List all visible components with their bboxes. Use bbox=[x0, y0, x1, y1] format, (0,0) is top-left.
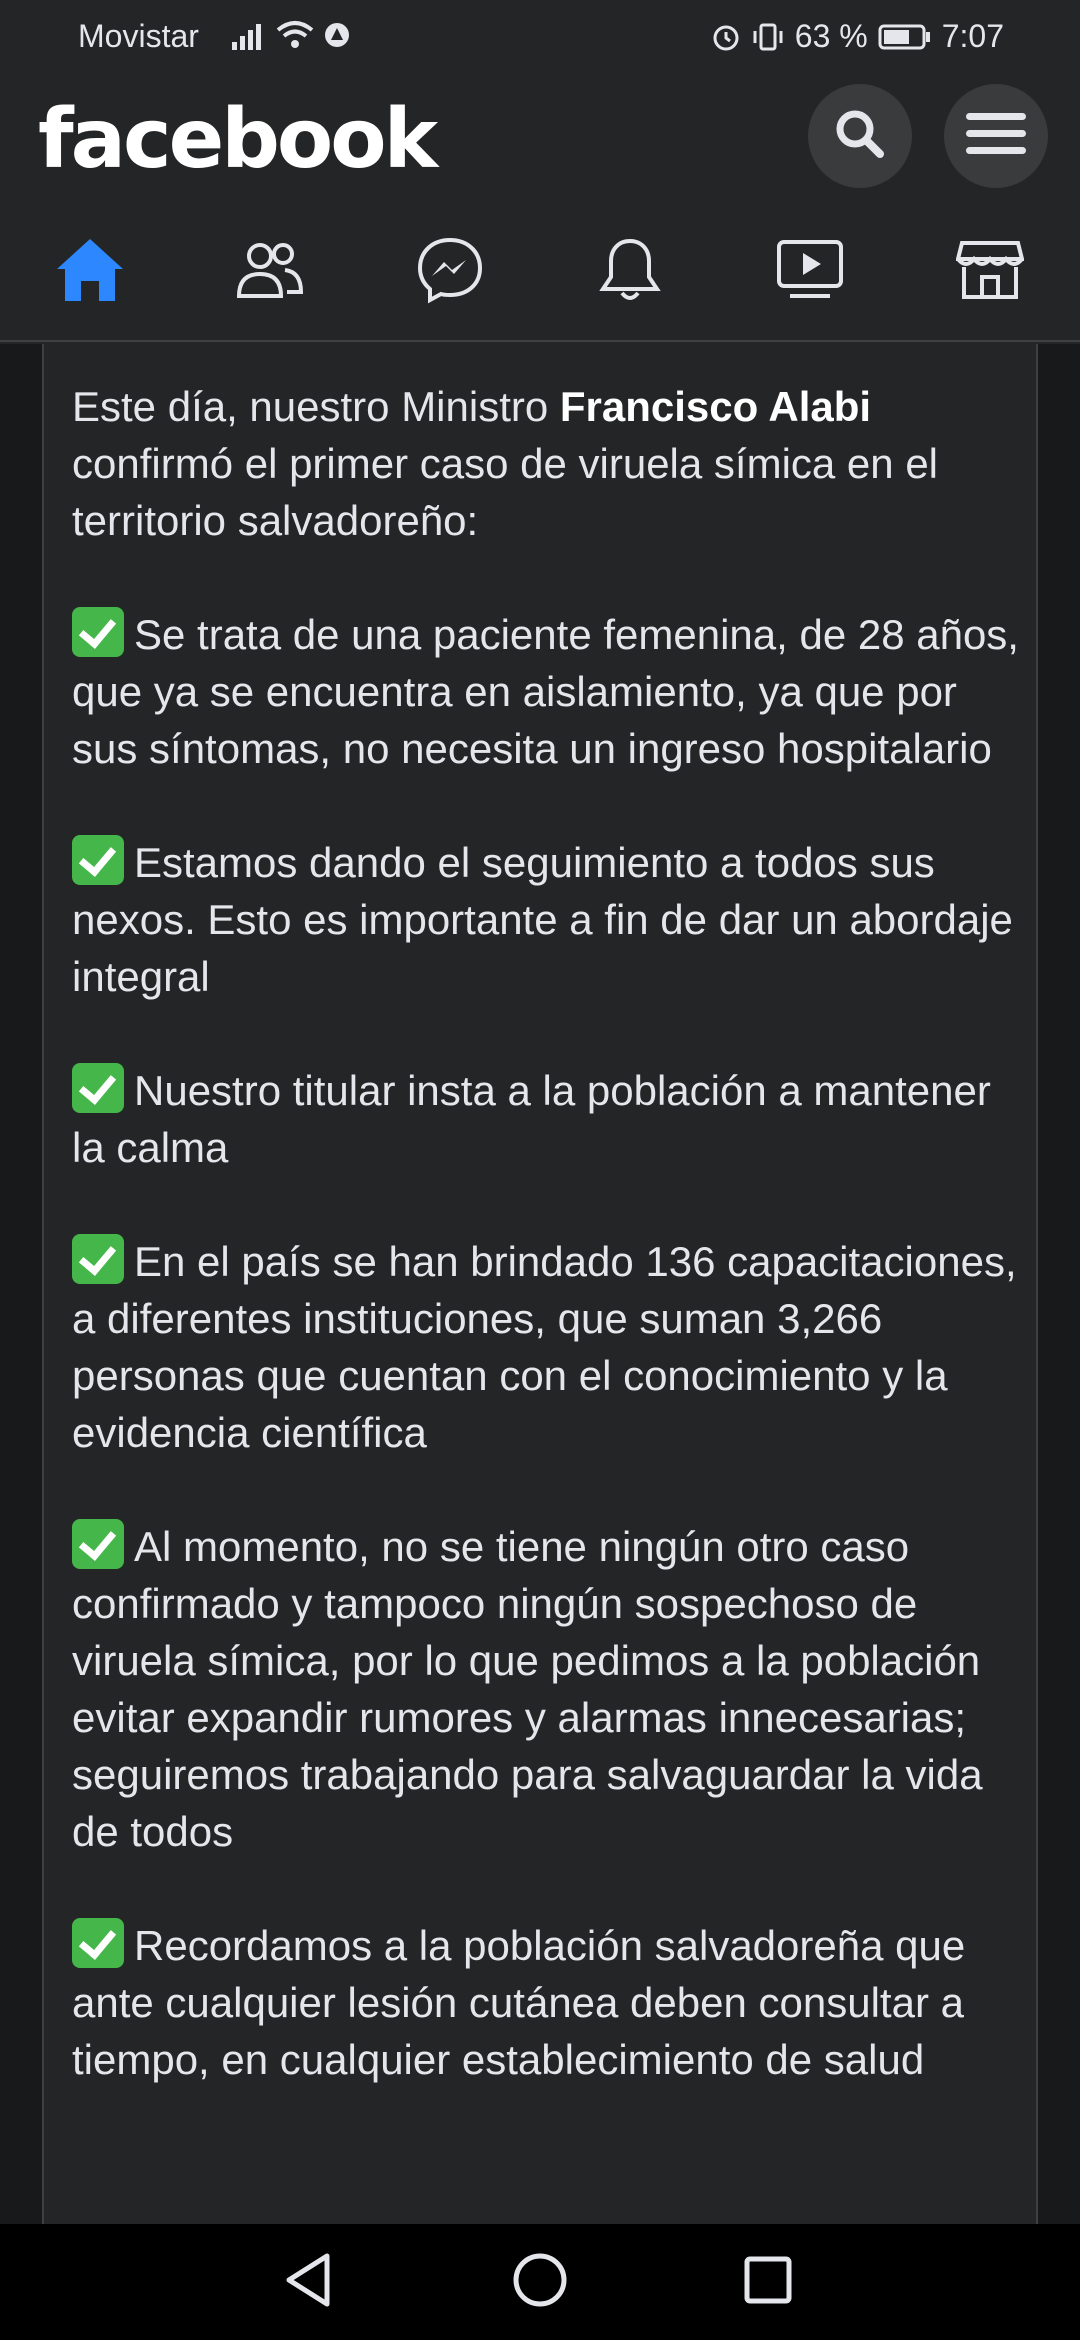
app-header: facebook bbox=[0, 72, 1080, 202]
recents-button[interactable] bbox=[738, 2252, 798, 2312]
battery-percent: 63 % bbox=[794, 18, 868, 54]
back-button[interactable] bbox=[278, 2252, 338, 2312]
vibrate-icon bbox=[751, 22, 785, 52]
tab-messenger[interactable] bbox=[410, 232, 490, 312]
post-text: Este día, nuestro Ministro Francisco Ala… bbox=[72, 378, 1022, 2145]
wifi-icon bbox=[276, 20, 314, 50]
navigation-tabs bbox=[0, 202, 1080, 342]
hamburger-icon bbox=[966, 109, 1026, 164]
post-bullet: En el país se han brindado 136 capacitac… bbox=[72, 1233, 1022, 1461]
tab-marketplace[interactable] bbox=[950, 232, 1030, 312]
clock: 7:07 bbox=[941, 18, 1004, 54]
check-mark-icon bbox=[72, 1519, 124, 1569]
data-saver-icon bbox=[322, 20, 352, 50]
video-icon bbox=[776, 239, 844, 306]
tab-watch[interactable] bbox=[770, 232, 850, 312]
store-icon bbox=[955, 239, 1025, 306]
battery-icon bbox=[878, 23, 932, 51]
post-card: Este día, nuestro Ministro Francisco Ala… bbox=[42, 344, 1038, 2224]
minister-name[interactable]: Francisco Alabi bbox=[560, 383, 871, 430]
recents-icon bbox=[743, 2255, 793, 2310]
system-navigation-bar bbox=[0, 2224, 1080, 2340]
check-mark-icon bbox=[72, 607, 124, 657]
home-icon bbox=[55, 237, 125, 308]
post-bullet: Nuestro titular insta a la población a m… bbox=[72, 1062, 1022, 1176]
menu-button[interactable] bbox=[944, 84, 1048, 188]
friends-icon bbox=[235, 240, 305, 305]
search-icon bbox=[832, 106, 888, 167]
bell-icon bbox=[599, 237, 661, 308]
tab-home[interactable] bbox=[50, 232, 130, 312]
signal-icon bbox=[232, 20, 268, 50]
tab-friends[interactable] bbox=[230, 232, 310, 312]
post-intro: Este día, nuestro Ministro Francisco Ala… bbox=[72, 383, 939, 544]
carrier-name: Movistar bbox=[78, 18, 199, 54]
post-bullet: Estamos dando el seguimiento a todos sus… bbox=[72, 834, 1022, 1005]
post-bullet: Al momento, no se tiene ningún otro caso… bbox=[72, 1518, 1022, 1860]
post-bullet: Recordamos a la población salvadoreña qu… bbox=[72, 1917, 1022, 2088]
search-button[interactable] bbox=[808, 84, 912, 188]
check-mark-icon bbox=[72, 835, 124, 885]
home-button[interactable] bbox=[510, 2252, 570, 2312]
messenger-icon bbox=[416, 236, 484, 309]
check-mark-icon bbox=[72, 1063, 124, 1113]
feed[interactable]: Este día, nuestro Ministro Francisco Ala… bbox=[0, 344, 1080, 2224]
back-icon bbox=[283, 2252, 333, 2313]
check-mark-icon bbox=[72, 1234, 124, 1284]
facebook-logo[interactable]: facebook bbox=[38, 92, 438, 187]
alarm-icon bbox=[711, 22, 741, 52]
tab-notifications[interactable] bbox=[590, 232, 670, 312]
check-mark-icon bbox=[72, 1918, 124, 1968]
post-bullet: Se trata de una paciente femenina, de 28… bbox=[72, 606, 1022, 777]
status-bar: Movistar 63 % 7:07 bbox=[0, 0, 1080, 72]
home-circle-icon bbox=[512, 2252, 568, 2313]
